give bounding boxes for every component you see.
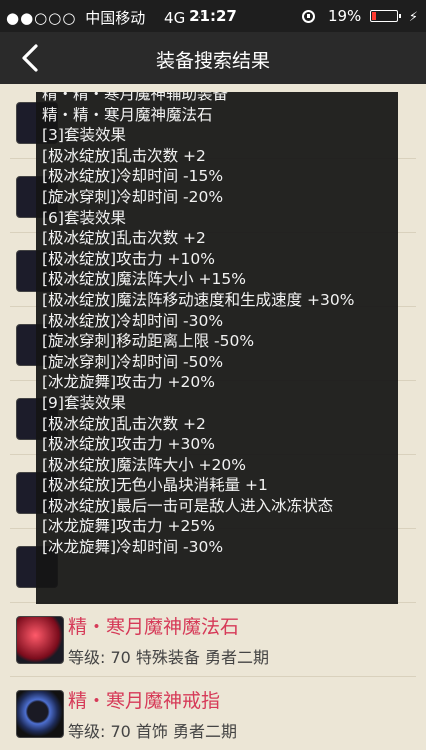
tooltip-line: [6]套装效果: [42, 208, 126, 227]
tooltip-line: [旋冰穿刺]冷却时间 -20%: [42, 187, 224, 206]
tooltip-line: [旋冰穿刺]冷却时间 -50%: [42, 352, 224, 371]
tooltip-line: [极冰绽放]无色小晶块消耗量 +1: [42, 476, 268, 495]
activity-spinner-icon: ⁘: [195, 9, 209, 27]
status-left: ●●○○○ 中国移动 4G ⁘: [6, 7, 209, 28]
tooltip-line: [极冰绽放]最后一击可是敌人进入冰冻状态: [42, 496, 334, 515]
signal-strength-icon: ●●○○○: [6, 9, 77, 27]
status-bar: ●●○○○ 中国移动 4G ⁘ 21:27 19% ⚡: [0, 0, 426, 32]
tooltip-line: [冰龙旋舞]攻击力 +20%: [42, 373, 215, 392]
charging-bolt-icon: ⚡: [408, 10, 418, 25]
tooltip-line: [旋冰穿刺]移动距离上限 -50%: [42, 332, 255, 351]
tooltip-line: [冰龙旋舞]攻击力 +25%: [42, 517, 215, 536]
tooltip-line: [冰龙旋舞]冷却时间 -30%: [42, 538, 224, 557]
tooltip-line: [3]套装效果: [42, 126, 126, 145]
tooltip-line: [极冰绽放]攻击力 +10%: [42, 249, 215, 268]
magic-stone-icon: [16, 616, 64, 664]
list-item[interactable]: 精・寒月魔神戒指 等级: 70 首饰 勇者二期: [10, 676, 416, 750]
tooltip-line: [极冰绽放]魔法阵大小 +15%: [42, 270, 246, 289]
item-name: 精・寒月魔神魔法石: [68, 616, 240, 638]
item-meta: 等级: 70 首饰 勇者二期: [68, 722, 238, 741]
tooltip-line: 精・精・寒月魔神魔法石: [42, 105, 213, 124]
tooltip-line: [极冰绽放]冷却时间 -30%: [42, 311, 224, 330]
tooltip-line: [极冰绽放]攻击力 +30%: [42, 435, 215, 454]
tooltip-line: [极冰绽放]乱击次数 +2: [42, 229, 206, 248]
tooltip-line: [极冰绽放]乱击次数 +2: [42, 146, 206, 165]
battery-icon: [370, 10, 402, 22]
network-type: 4G: [164, 9, 186, 27]
ring-icon: [16, 690, 64, 738]
tooltip-line: 精・精・寒月魔神辅助装备: [42, 92, 229, 103]
battery-percent: 19%: [327, 7, 362, 25]
tooltip-line: [极冰绽放]魔法阵大小 +20%: [42, 455, 246, 474]
set-effect-tooltip: 精・精・寒月魔神辅助装备 精・精・寒月魔神魔法石 [3]套装效果 [极冰绽放]乱击次数…: [36, 92, 398, 604]
tooltip-line: [极冰绽放]冷却时间 -15%: [42, 167, 224, 186]
tooltip-line: [极冰绽放]乱击次数 +2: [42, 414, 206, 433]
item-name: 精・寒月魔神戒指: [68, 690, 221, 712]
rotation-lock-icon: [302, 10, 316, 23]
status-right: 19% ⚡: [302, 7, 418, 25]
carrier-name: 中国移动: [85, 9, 146, 27]
nav-bar: 装备搜索结果: [0, 32, 426, 84]
tooltip-line: [9]套装效果: [42, 393, 126, 412]
item-meta: 等级: 70 特殊装备 勇者二期: [68, 648, 270, 667]
list-item[interactable]: 精・寒月魔神魔法石 等级: 70 特殊装备 勇者二期: [10, 602, 416, 677]
battery-fill: [372, 12, 377, 20]
tooltip-line: [极冰绽放]魔法阵移动速度和生成速度 +30%: [42, 290, 355, 309]
page-title: 装备搜索结果: [155, 50, 270, 72]
